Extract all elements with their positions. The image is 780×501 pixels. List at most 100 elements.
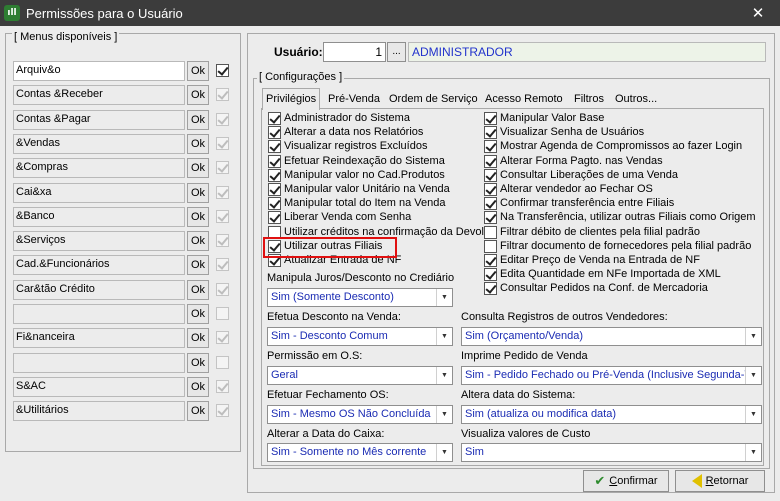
altera-data-select[interactable]: Sim (atualiza ou modifica data) ▼	[461, 405, 762, 424]
menu-checkbox[interactable]	[216, 137, 229, 150]
tab-filtros[interactable]: Filtros	[571, 91, 607, 109]
menu-ok-button[interactable]: Ok	[187, 61, 209, 81]
menu-ok-button[interactable]: Ok	[187, 353, 209, 373]
permission-checkbox[interactable]	[484, 111, 497, 125]
menu-ok-button[interactable]: Ok	[187, 85, 209, 105]
juros-select[interactable]: Sim (Somente Desconto) ▼	[267, 288, 453, 307]
menus-group-label: [ Menus disponíveis ]	[12, 31, 120, 43]
permission-checkbox[interactable]	[484, 253, 497, 267]
menu-checkbox[interactable]	[216, 234, 229, 247]
menu-ok-button[interactable]: Ok	[187, 183, 209, 203]
menu-checkbox[interactable]	[216, 161, 229, 174]
menu-checkbox[interactable]	[216, 186, 229, 199]
menu-ok-button[interactable]: Ok	[187, 134, 209, 154]
retornar-button[interactable]: Retornar	[675, 470, 765, 492]
permission-item[interactable]: Administrador do Sistema	[268, 111, 410, 125]
permission-checkbox[interactable]	[484, 154, 497, 168]
permission-checkbox[interactable]	[484, 182, 497, 196]
confirmar-button[interactable]: ✔ Confirmar	[583, 470, 669, 492]
permission-item[interactable]: Edita Quantidade em NFe Importada de XML	[484, 267, 721, 281]
menu-ok-button[interactable]: Ok	[187, 377, 209, 397]
menu-ok-button[interactable]: Ok	[187, 304, 209, 324]
permission-checkbox[interactable]	[484, 210, 497, 224]
menu-checkbox[interactable]	[216, 88, 229, 101]
permission-item[interactable]: Na Transferência, utilizar outras Filiai…	[484, 210, 756, 224]
menu-ok-button[interactable]: Ok	[187, 280, 209, 300]
tab-pre-venda[interactable]: Pré-Venda	[325, 91, 383, 109]
permission-item[interactable]: Filtrar documento de fornecedores pela f…	[484, 239, 751, 253]
permission-checkbox[interactable]	[268, 139, 281, 153]
permission-item[interactable]: Manipular Valor Base	[484, 111, 604, 125]
permission-label: Liberar Venda com Senha	[284, 210, 412, 223]
custo-select[interactable]: Sim ▼	[461, 443, 762, 462]
check-icon: ✔	[594, 473, 606, 488]
menu-ok-button[interactable]: Ok	[187, 231, 209, 251]
permission-item[interactable]: Editar Preço de Venda na Entrada de NF	[484, 253, 700, 267]
usuario-id-input[interactable]: 1	[323, 42, 386, 62]
imprime-select[interactable]: Sim - Pedido Fechado ou Pré-Venda (Inclu…	[461, 366, 762, 385]
menu-ok-button[interactable]: Ok	[187, 328, 209, 348]
permission-item[interactable]: Mostrar Agenda de Compromissos ao fazer …	[484, 139, 742, 153]
menu-checkbox[interactable]	[216, 380, 229, 393]
desconto-select[interactable]: Sim - Desconto Comum ▼	[267, 327, 453, 346]
permission-checkbox[interactable]	[268, 125, 281, 139]
permission-checkbox[interactable]	[268, 182, 281, 196]
permission-checkbox[interactable]	[268, 111, 281, 125]
permission-checkbox[interactable]	[484, 125, 497, 139]
permission-item[interactable]: Manipular total do Item na Venda	[268, 196, 445, 210]
close-button[interactable]: ✕	[736, 0, 780, 26]
permissao-select[interactable]: Geral ▼	[267, 366, 453, 385]
permission-item[interactable]: Manipular valor Unitário na Venda	[268, 182, 450, 196]
menu-ok-button[interactable]: Ok	[187, 158, 209, 178]
permission-item[interactable]: Liberar Venda com Senha	[268, 210, 411, 224]
tab-ordem-servico[interactable]: Ordem de Serviço	[386, 91, 481, 109]
permission-item[interactable]: Filtrar débito de clientes pela filial p…	[484, 225, 700, 239]
permission-item[interactable]: Consultar Liberações de uma Venda	[484, 168, 678, 182]
permission-checkbox[interactable]	[484, 281, 497, 295]
permission-item[interactable]: Visualizar Senha de Usuários	[484, 125, 644, 139]
menu-checkbox[interactable]	[216, 258, 229, 271]
permission-checkbox[interactable]	[484, 168, 497, 182]
consulta-select[interactable]: Sim (Orçamento/Venda) ▼	[461, 327, 762, 346]
menu-label: &Banco	[13, 207, 185, 227]
tab-acesso-remoto[interactable]: Acesso Remoto	[482, 91, 566, 109]
permission-item[interactable]: Consultar Pedidos na Conf. de Mercadoria	[484, 281, 708, 295]
usuario-lookup-button[interactable]: ...	[387, 42, 406, 62]
permission-checkbox[interactable]	[268, 196, 281, 210]
permission-checkbox[interactable]	[484, 239, 497, 253]
fechamento-select[interactable]: Sim - Mesmo OS Não Concluída ▼	[267, 405, 453, 424]
permission-checkbox[interactable]	[268, 154, 281, 168]
permission-checkbox[interactable]	[268, 168, 281, 182]
menu-ok-button[interactable]: Ok	[187, 401, 209, 421]
permission-checkbox[interactable]	[484, 139, 497, 153]
menu-checkbox[interactable]	[216, 331, 229, 344]
tab-outros[interactable]: Outros...	[612, 91, 660, 109]
permission-item[interactable]: Alterar a data nos Relatórios	[268, 125, 423, 139]
permission-label: Efetuar Reindexação do Sistema	[284, 154, 445, 167]
menu-ok-button[interactable]: Ok	[187, 207, 209, 227]
permission-item[interactable]: Alterar vendedor ao Fechar OS	[484, 182, 653, 196]
menu-ok-button[interactable]: Ok	[187, 255, 209, 275]
permission-item[interactable]: Confirmar transferência entre Filiais	[484, 196, 674, 210]
menu-checkbox[interactable]	[216, 113, 229, 126]
menu-checkbox[interactable]	[216, 64, 229, 77]
menu-checkbox[interactable]	[216, 404, 229, 417]
menu-checkbox[interactable]	[216, 210, 229, 223]
data-caixa-select[interactable]: Sim - Somente no Mês corrente ▼	[267, 443, 453, 462]
permission-checkbox[interactable]	[484, 196, 497, 210]
permission-label: Alterar vendedor ao Fechar OS	[500, 182, 653, 195]
permission-label: Administrador do Sistema	[284, 111, 410, 124]
permission-checkbox[interactable]	[268, 210, 281, 224]
menu-checkbox[interactable]	[216, 356, 229, 369]
permission-label: Filtrar débito de clientes pela filial p…	[500, 225, 700, 238]
permission-item[interactable]: Alterar Forma Pagto. nas Vendas	[484, 154, 663, 168]
permission-item[interactable]: Manipular valor no Cad.Produtos	[268, 168, 445, 182]
menu-checkbox[interactable]	[216, 283, 229, 296]
tab-privilegios[interactable]: Privilégios	[262, 88, 321, 110]
menu-checkbox[interactable]	[216, 307, 229, 320]
permission-checkbox[interactable]	[484, 267, 497, 281]
menu-ok-button[interactable]: Ok	[187, 110, 209, 130]
permission-item[interactable]: Visualizar registros Excluídos	[268, 139, 427, 153]
permission-item[interactable]: Efetuar Reindexação do Sistema	[268, 154, 445, 168]
permission-checkbox[interactable]	[484, 225, 497, 239]
